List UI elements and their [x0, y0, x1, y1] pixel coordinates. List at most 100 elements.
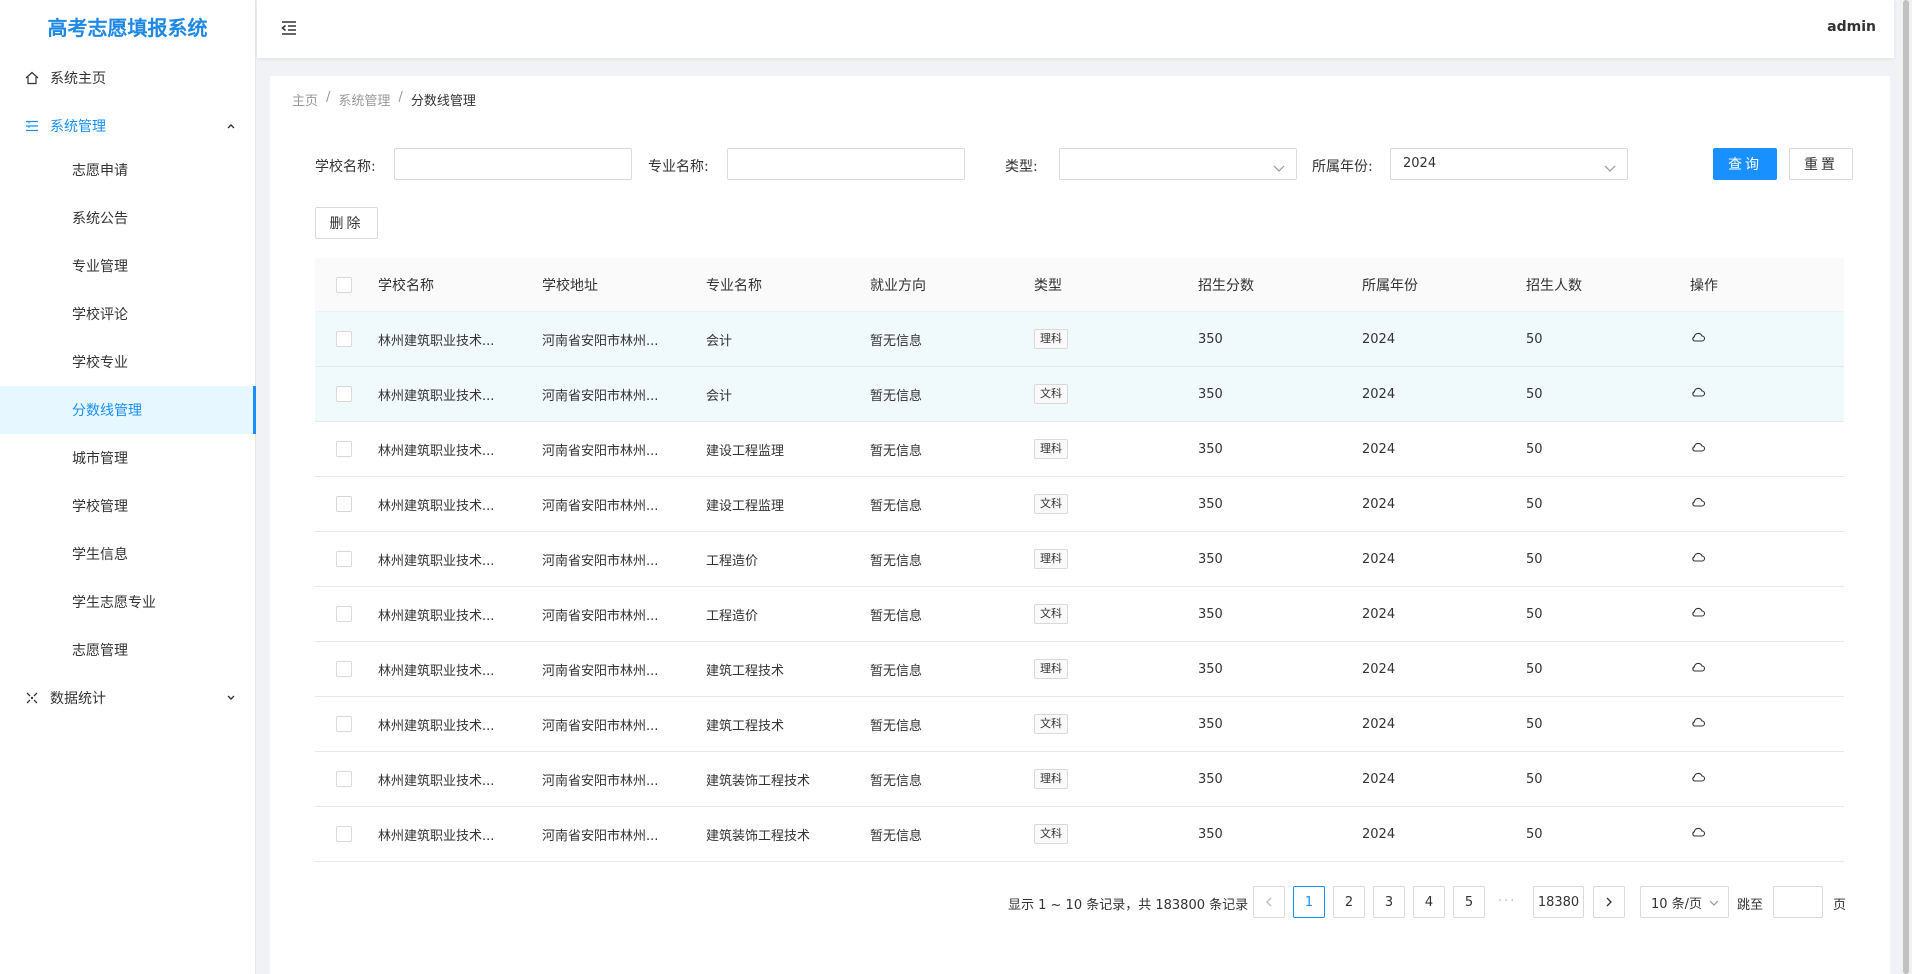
cell-year: 2024 [1362, 496, 1396, 512]
cloud-icon[interactable] [1690, 329, 1706, 345]
column-header[interactable]: 学校名称 [378, 275, 542, 295]
last-page-button[interactable]: 18380 [1533, 886, 1584, 918]
table-row[interactable]: 林州建筑职业技术... 河南省安阳市林州... 建筑工程技术 暂无信息 文科 350 202… [315, 697, 1844, 752]
cloud-icon[interactable] [1690, 824, 1706, 840]
sidebar-item-volunteer-manage[interactable]: 志愿管理 [0, 626, 256, 674]
cloud-icon[interactable] [1690, 604, 1706, 620]
cloud-icon[interactable] [1690, 659, 1706, 675]
page-button[interactable]: 3 [1373, 886, 1405, 918]
cell-school-address: 河南省安阳市林州... [542, 443, 659, 459]
cloud-icon[interactable] [1690, 494, 1706, 510]
page-scrollbar[interactable] [1900, 0, 1912, 974]
column-header[interactable]: 招生分数 [1198, 275, 1362, 295]
sidebar-item-label: 城市管理 [72, 451, 128, 467]
cell-enrollment: 50 [1526, 826, 1543, 842]
row-checkbox[interactable] [336, 606, 352, 622]
sidebar-item-score-line[interactable]: 分数线管理 [0, 386, 256, 434]
table-row[interactable]: 林州建筑职业技术... 河南省安阳市林州... 建设工程监理 暂无信息 文科 350 202… [315, 477, 1844, 532]
row-checkbox[interactable] [336, 826, 352, 842]
table-row[interactable]: 林州建筑职业技术... 河南省安阳市林州... 会计 暂无信息 文科 350 2024 50 [315, 367, 1844, 422]
menu-item-stats[interactable]: 数据统计 [0, 674, 256, 722]
reset-button[interactable]: 重置 [1789, 148, 1853, 180]
cloud-icon[interactable] [1690, 384, 1706, 400]
row-checkbox[interactable] [336, 661, 352, 677]
type-tag: 理科 [1034, 549, 1068, 569]
row-checkbox[interactable] [336, 551, 352, 567]
page-size-select[interactable]: 10 条/页 [1640, 886, 1729, 918]
prev-page-button[interactable] [1253, 886, 1285, 918]
table-row[interactable]: 林州建筑职业技术... 河南省安阳市林州... 建筑装饰工程技术 暂无信息 理科 350 2… [315, 752, 1844, 807]
cell-school-address: 河南省安阳市林州... [542, 388, 659, 404]
sidebar-item-student-volunteer-major[interactable]: 学生志愿专业 [0, 578, 256, 626]
type-tag: 理科 [1034, 439, 1068, 459]
sidebar-item-school-manage[interactable]: 学校管理 [0, 482, 256, 530]
sidebar-item-major-manage[interactable]: 专业管理 [0, 242, 256, 290]
scrollbar-thumb[interactable] [1903, 0, 1909, 974]
cloud-icon[interactable] [1690, 714, 1706, 730]
cell-type: 理科 [1034, 439, 1198, 459]
major-name-input[interactable] [727, 148, 965, 180]
cell-school-address: 河南省安阳市林州... [542, 828, 659, 844]
row-checkbox[interactable] [336, 441, 352, 457]
type-tag: 文科 [1034, 604, 1068, 624]
sidebar-item-city-manage[interactable]: 城市管理 [0, 434, 256, 482]
page-button[interactable]: 2 [1333, 886, 1365, 918]
table-row[interactable]: 林州建筑职业技术... 河南省安阳市林州... 建筑装饰工程技术 暂无信息 文科 350 2… [315, 807, 1844, 862]
page-button[interactable]: 1 [1293, 886, 1325, 918]
column-header[interactable]: 招生人数 [1526, 275, 1690, 295]
type-select[interactable] [1059, 148, 1297, 180]
sidebar-item-school-major[interactable]: 学校专业 [0, 338, 256, 386]
sidebar-item-student-info[interactable]: 学生信息 [0, 530, 256, 578]
row-checkbox[interactable] [336, 331, 352, 347]
cell-actions [1690, 439, 1830, 459]
cloud-icon[interactable] [1690, 549, 1706, 565]
breadcrumb-section[interactable]: 系统管理 [338, 90, 390, 109]
menu-item-home[interactable]: 系统主页 [0, 54, 256, 102]
home-icon [24, 70, 40, 86]
cloud-icon[interactable] [1690, 439, 1706, 455]
table-row[interactable]: 林州建筑职业技术... 河南省安阳市林州... 建筑工程技术 暂无信息 理科 350 202… [315, 642, 1844, 697]
sidebar-item-school-comment[interactable]: 学校评论 [0, 290, 256, 338]
row-checkbox[interactable] [336, 496, 352, 512]
select-all-checkbox[interactable] [336, 276, 352, 293]
table-row[interactable]: 林州建筑职业技术... 河南省安阳市林州... 工程造价 暂无信息 理科 350 2024 5… [315, 532, 1844, 587]
cell-career: 暂无信息 [870, 498, 923, 514]
row-checkbox[interactable] [336, 771, 352, 787]
column-header[interactable]: 学校地址 [542, 275, 706, 295]
page-button[interactable]: 5 [1453, 886, 1485, 918]
column-header[interactable]: 所属年份 [1362, 275, 1526, 295]
menu-fold-icon[interactable] [279, 18, 299, 38]
jump-page-input[interactable] [1773, 886, 1823, 918]
cell-score: 350 [1198, 441, 1223, 457]
table-row[interactable]: 林州建筑职业技术... 河南省安阳市林州... 工程造价 暂无信息 文科 350 2024 5… [315, 587, 1844, 642]
sidebar-item-volunteer-apply[interactable]: 志愿申请 [0, 146, 256, 194]
row-checkbox[interactable] [336, 716, 352, 732]
year-select[interactable]: 2024 [1390, 148, 1628, 180]
next-page-button[interactable] [1593, 886, 1625, 918]
cell-actions [1690, 549, 1830, 569]
column-header[interactable]: 类型 [1034, 275, 1198, 295]
query-button[interactable]: 查询 [1713, 148, 1777, 180]
column-header[interactable]: 专业名称 [706, 275, 870, 295]
row-checkbox[interactable] [336, 386, 352, 402]
cloud-icon[interactable] [1690, 769, 1706, 785]
sidebar-item-label: 志愿管理 [72, 643, 128, 659]
row-select-cell [315, 771, 378, 787]
cell-actions [1690, 659, 1830, 679]
cell-major-name: 会计 [706, 388, 733, 404]
school-name-input[interactable] [394, 148, 632, 180]
menu-item-system[interactable]: 系统管理 [0, 102, 256, 150]
cell-school-name: 林州建筑职业技术... [378, 333, 495, 349]
table-row[interactable]: 林州建筑职业技术... 河南省安阳市林州... 会计 暂无信息 理科 350 2024 50 [315, 312, 1844, 367]
sidebar-item-announcement[interactable]: 系统公告 [0, 194, 256, 242]
page-button[interactable]: 4 [1413, 886, 1445, 918]
year-label: 所属年份: [1312, 159, 1373, 175]
cell-actions [1690, 824, 1830, 844]
pagination-ellipsis[interactable]: ··· [1498, 894, 1516, 909]
breadcrumb-home[interactable]: 主页 [292, 90, 318, 109]
column-header[interactable]: 就业方向 [870, 275, 1034, 295]
user-menu[interactable]: admin [1827, 19, 1876, 35]
row-select-cell [315, 826, 378, 842]
table-row[interactable]: 林州建筑职业技术... 河南省安阳市林州... 建设工程监理 暂无信息 理科 350 202… [315, 422, 1844, 477]
delete-button[interactable]: 删除 [315, 207, 378, 239]
